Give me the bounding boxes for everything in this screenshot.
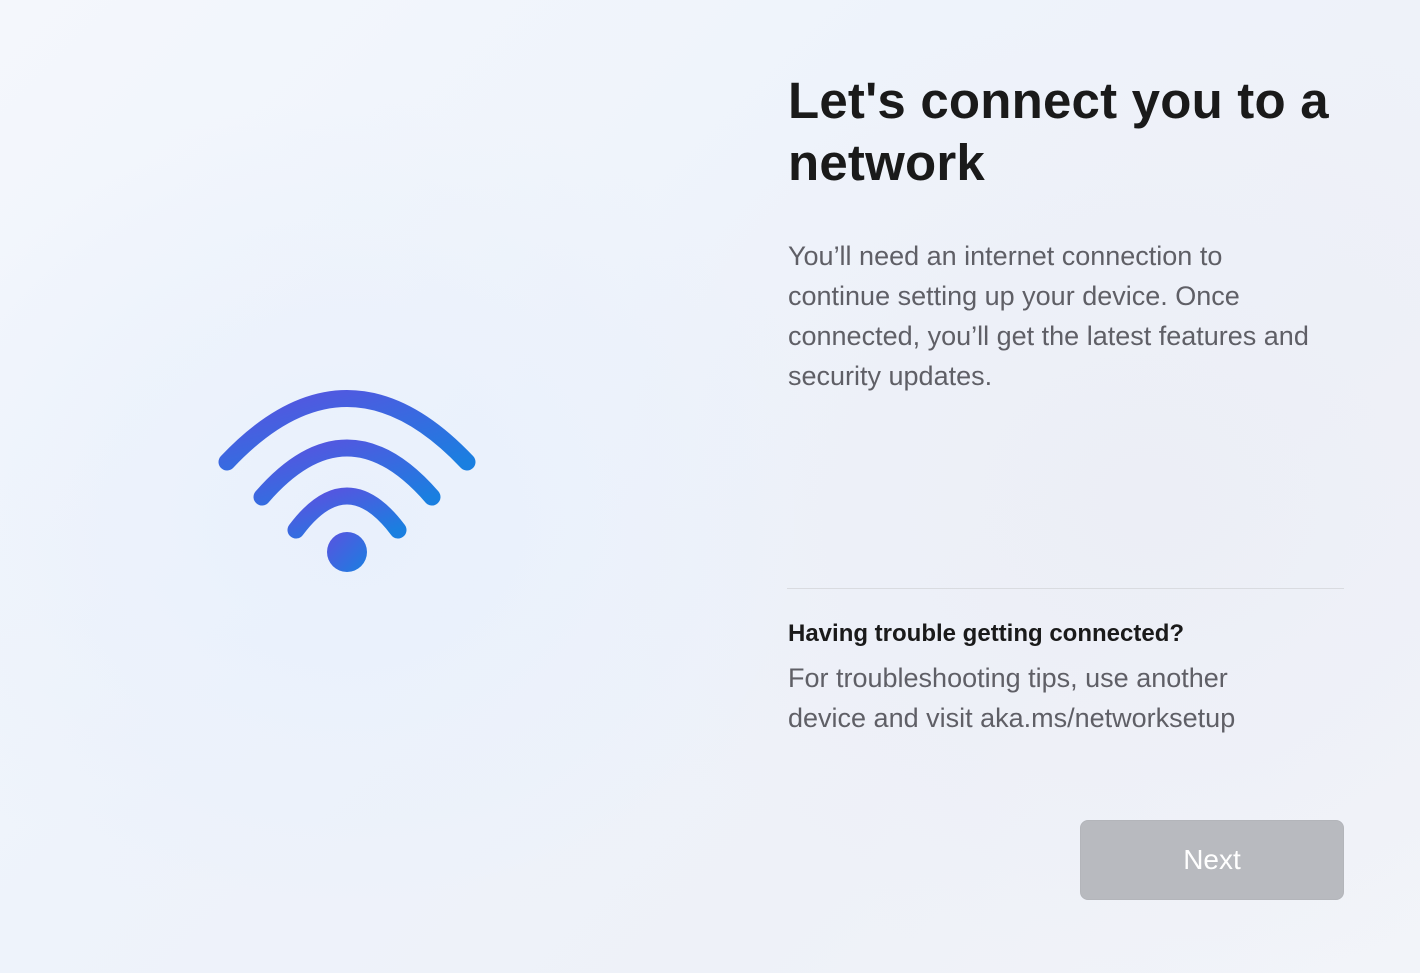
wifi-dot <box>327 532 367 572</box>
wifi-illustration <box>210 375 490 585</box>
main-content: Let's connect you to a network You’ll ne… <box>788 70 1344 396</box>
page-title: Let's connect you to a network <box>788 72 1329 191</box>
next-button[interactable]: Next <box>1080 820 1344 900</box>
wifi-icon <box>218 390 476 572</box>
help-title: Having trouble getting connected? <box>788 620 1185 647</box>
help-text: For troubleshooting tips, use another de… <box>788 663 1236 733</box>
wifi-arc-inner <box>287 487 407 539</box>
divider <box>787 588 1344 589</box>
page-description: You’ll need an internet connection to co… <box>788 241 1309 391</box>
oobe-network-screen: Let's connect you to a network You’ll ne… <box>0 0 1420 973</box>
help-section: Having trouble getting connected? For tr… <box>788 616 1344 738</box>
